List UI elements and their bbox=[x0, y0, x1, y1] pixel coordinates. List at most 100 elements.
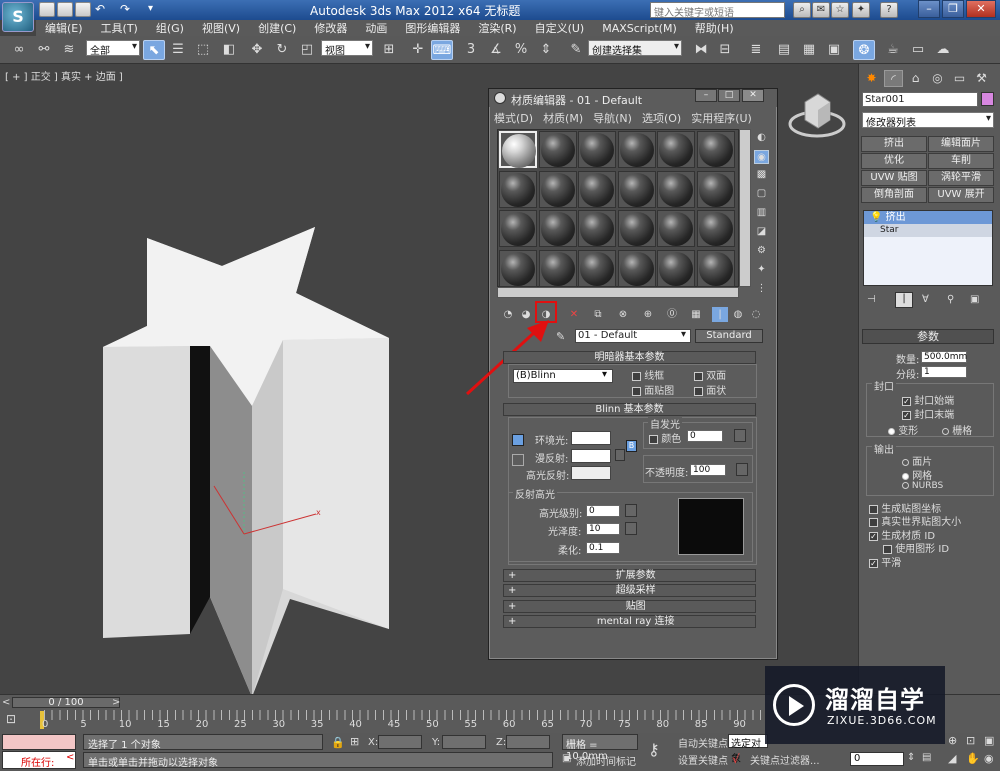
fov-icon[interactable]: ◢ bbox=[948, 752, 962, 766]
material-slot[interactable] bbox=[617, 131, 656, 168]
create-tab-icon[interactable]: ✸ bbox=[862, 70, 881, 87]
lock-diffuse-specular-icon[interactable] bbox=[512, 454, 524, 466]
rendered-frame-icon[interactable]: ▭ bbox=[907, 40, 929, 60]
eyedropper-icon[interactable]: ✎ bbox=[556, 330, 570, 343]
self-illum-map-button[interactable] bbox=[734, 429, 746, 442]
material-slot[interactable] bbox=[657, 210, 695, 247]
material-slot[interactable] bbox=[578, 249, 616, 287]
diffuse-map-button[interactable] bbox=[615, 449, 625, 461]
real-world-checkbox[interactable]: 真实世界贴图大小 bbox=[869, 513, 961, 528]
viewcube-icon[interactable] bbox=[788, 90, 846, 140]
y-coord-field[interactable] bbox=[442, 735, 486, 749]
material-slot[interactable] bbox=[538, 131, 577, 168]
put-to-library-icon[interactable]: ⊕ bbox=[640, 307, 656, 322]
material-slot[interactable] bbox=[538, 170, 577, 208]
add-time-tag[interactable]: 添加时间标记 bbox=[576, 753, 636, 768]
show-end-result-icon[interactable]: | bbox=[895, 292, 913, 308]
snaps-toggle-icon[interactable]: 3 bbox=[460, 40, 482, 60]
hierarchy-tab-icon[interactable]: ⌂ bbox=[906, 70, 925, 87]
material-slot[interactable] bbox=[696, 249, 735, 287]
move-icon[interactable]: ✥ bbox=[246, 40, 268, 60]
material-slot[interactable] bbox=[499, 131, 537, 168]
display-tab-icon[interactable]: ▭ bbox=[950, 70, 969, 87]
material-type-button[interactable]: Standard bbox=[695, 329, 763, 343]
me-close-button[interactable]: ✕ bbox=[742, 89, 764, 102]
params-rollout-header[interactable]: 参数 bbox=[862, 329, 994, 344]
object-name-field[interactable]: Star001 bbox=[862, 92, 978, 107]
help-icon[interactable]: ? bbox=[880, 2, 898, 18]
morph-radio[interactable]: 变形 bbox=[888, 422, 918, 437]
opacity-map-button[interactable] bbox=[736, 463, 748, 476]
new-file-icon[interactable] bbox=[39, 2, 55, 17]
bind-spacewarp-icon[interactable]: ≋ bbox=[58, 40, 80, 60]
make-unique-material-icon[interactable]: ⊗ bbox=[615, 307, 631, 322]
shader-dropdown-arrow-icon[interactable]: ▾ bbox=[602, 369, 612, 383]
utilities-tab-icon[interactable]: ⚒ bbox=[972, 70, 991, 87]
orbit-icon[interactable]: ◉ bbox=[984, 752, 998, 766]
extended-params-rollout[interactable]: + 扩展参数 bbox=[503, 569, 756, 582]
zoom-all-icon[interactable]: ▣ bbox=[984, 734, 998, 748]
me-menu-material[interactable]: 材质(M) bbox=[543, 110, 593, 125]
close-button[interactable]: ✕ bbox=[966, 0, 996, 18]
material-slot[interactable] bbox=[499, 249, 537, 287]
favorites-icon[interactable]: ☆ bbox=[831, 2, 849, 18]
selection-lock-icon[interactable]: 🔒 bbox=[331, 736, 345, 749]
menu-group[interactable]: 组(G) bbox=[147, 20, 193, 36]
amount-spinner[interactable]: 500.0mm bbox=[921, 351, 967, 363]
selection-filter-dropdown[interactable]: 全部 bbox=[86, 40, 140, 57]
material-slot[interactable] bbox=[538, 210, 577, 247]
configure-sets-icon[interactable]: ▣ bbox=[970, 294, 986, 307]
go-forward-sibling-icon[interactable]: ◌ bbox=[748, 307, 764, 322]
timeline-next-icon[interactable]: > bbox=[112, 697, 122, 708]
align-icon[interactable]: ⊟ bbox=[714, 40, 736, 60]
glossiness-map-button[interactable] bbox=[625, 522, 637, 535]
object-color-swatch[interactable] bbox=[981, 92, 994, 106]
key-curve-icon[interactable]: √ bbox=[732, 752, 740, 766]
open-file-icon[interactable] bbox=[57, 2, 73, 17]
material-editor-icon[interactable]: ❂ bbox=[853, 40, 875, 60]
pan-icon[interactable]: ✋ bbox=[966, 752, 980, 766]
material-name-field[interactable]: 01 - Default bbox=[575, 329, 691, 343]
search-input[interactable]: 键入关键字或短语 bbox=[650, 2, 785, 19]
me-menu-modes[interactable]: 模式(D) bbox=[494, 110, 543, 125]
cap-end-checkbox[interactable]: ✓ 封口末端 bbox=[902, 406, 954, 421]
wire-checkbox[interactable]: 线框 bbox=[632, 367, 664, 382]
menu-customize[interactable]: 自定义(U) bbox=[526, 20, 594, 36]
use-shape-ids-checkbox[interactable]: 使用图形 ID bbox=[883, 540, 949, 555]
minimize-button[interactable]: – bbox=[918, 0, 940, 18]
show-map-in-viewport-icon[interactable]: ▦ bbox=[688, 307, 704, 322]
menu-animation[interactable]: 动画 bbox=[356, 20, 396, 36]
menu-graph-editors[interactable]: 图形编辑器 bbox=[396, 20, 469, 36]
time-config-icon[interactable]: ▤ bbox=[922, 752, 936, 766]
communication-icon[interactable]: ✉ bbox=[812, 2, 830, 18]
go-to-parent-icon[interactable]: ◍ bbox=[730, 307, 746, 322]
time-slider[interactable]: 0 / 100 bbox=[12, 697, 120, 708]
angle-snap-icon[interactable]: ∡ bbox=[485, 40, 507, 60]
unlink-icon[interactable]: ⚯ bbox=[33, 40, 55, 60]
lathe-button[interactable]: 车削 bbox=[928, 153, 994, 169]
current-frame-field[interactable]: 0 bbox=[850, 752, 904, 766]
reference-coord-dropdown[interactable]: 视图 bbox=[321, 40, 373, 57]
scale-icon[interactable]: ◰ bbox=[296, 40, 318, 60]
menu-modifiers[interactable]: 修改器 bbox=[305, 20, 356, 36]
pin-stack-icon[interactable]: ⊣ bbox=[867, 294, 883, 307]
material-slot[interactable] bbox=[578, 131, 616, 168]
material-slot[interactable] bbox=[696, 131, 735, 168]
show-end-result-material-icon[interactable]: | bbox=[712, 307, 728, 322]
diffuse-color-swatch[interactable] bbox=[571, 449, 611, 463]
glossiness-spinner[interactable]: 10 bbox=[586, 523, 620, 535]
rotate-icon[interactable]: ↻ bbox=[271, 40, 293, 60]
material-slot[interactable] bbox=[617, 210, 656, 247]
specular-color-swatch[interactable] bbox=[571, 466, 611, 480]
uvw-unwrap-button[interactable]: UVW 展开 bbox=[928, 187, 994, 203]
redo-icon[interactable]: ↷ bbox=[120, 2, 142, 17]
menu-edit[interactable]: 编辑(E) bbox=[36, 20, 92, 36]
self-illum-color-checkbox[interactable]: 颜色 bbox=[649, 430, 681, 445]
make-preview-icon[interactable]: ◪ bbox=[754, 225, 769, 239]
me-minimize-button[interactable]: – bbox=[695, 89, 717, 102]
maps-rollout[interactable]: + 贴图 bbox=[503, 600, 756, 613]
material-slot[interactable] bbox=[657, 249, 695, 287]
me-menu-options[interactable]: 选项(O) bbox=[642, 110, 691, 125]
restore-button[interactable]: ❐ bbox=[942, 0, 964, 18]
track-bar-toggle-icon[interactable]: ⊡ bbox=[6, 712, 24, 728]
